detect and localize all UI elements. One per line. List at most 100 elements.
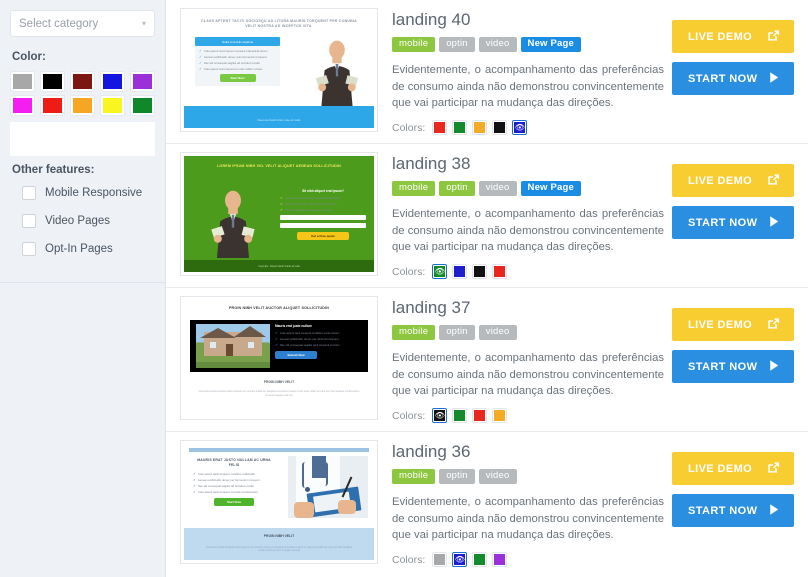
start-now-button[interactable]: START NOW — [672, 350, 794, 383]
check-icon: ✓ — [193, 472, 196, 477]
color-swatch-purple[interactable] — [130, 71, 155, 92]
live-demo-button[interactable]: LIVE DEMO — [672, 452, 794, 485]
template-color-option[interactable] — [472, 408, 488, 424]
template-card[interactable]: PROIN NIBH VELIT AUCTOR ALIQUET SOLLICIT… — [166, 288, 808, 432]
template-color-option[interactable]: 👁 — [512, 120, 528, 136]
external-link-icon — [766, 28, 781, 46]
live-demo-button[interactable]: LIVE DEMO — [672, 164, 794, 197]
template-color-option[interactable] — [472, 264, 488, 280]
template-color-option[interactable] — [492, 120, 508, 136]
template-thumbnail[interactable]: PROIN NIBH VELIT AUCTOR ALIQUET SOLLICIT… — [180, 296, 378, 420]
template-color-option[interactable] — [452, 120, 468, 136]
feature-row-video-pages[interactable]: Video Pages — [22, 214, 155, 228]
template-actions: LIVE DEMO START NOW — [672, 440, 794, 536]
color-swatch-gray[interactable] — [10, 71, 35, 92]
color-swatch-red[interactable] — [40, 95, 65, 116]
start-now-label: START NOW — [688, 504, 758, 517]
template-card[interactable]: MAURIS ERAT JUSTO NULLAM AC URNA FELIS ✓ C… — [166, 432, 808, 576]
thumb-bullet: ✓ Aenean sollicitudin donec per dictumst … — [275, 337, 339, 341]
template-color-option[interactable] — [432, 120, 448, 136]
tag-optin: optin — [439, 469, 475, 485]
color-swatch-fill — [133, 98, 152, 113]
live-demo-label: LIVE DEMO — [688, 462, 753, 475]
feature-checkbox[interactable] — [22, 186, 36, 200]
thumb-bullet: ✓ Aenean sollicitudin donec quis fermentu… — [280, 202, 337, 206]
thumb-footer: Cras aptent taciti sociosqu litora torqu… — [205, 545, 353, 553]
feature-label: Opt-In Pages — [45, 243, 113, 255]
template-thumbnail[interactable]: MAURIS ERAT JUSTO NULLAM AC URNA FELIS ✓ C… — [180, 440, 378, 564]
thumb-doctor-image — [288, 456, 368, 518]
template-colors: Colors: 👁 — [392, 552, 672, 568]
check-icon: ✓ — [280, 208, 283, 212]
color-swatch-blue[interactable] — [100, 71, 125, 92]
tag-optin: optin — [439, 325, 475, 341]
color-swatch-magenta[interactable] — [10, 95, 35, 116]
feature-checkbox[interactable] — [22, 214, 36, 228]
check-icon: ✓ — [275, 331, 278, 335]
thumb-headline: PROIN NIBH VELIT AUCTOR ALIQUET SOLLICIT… — [228, 306, 330, 310]
template-color-option[interactable] — [492, 264, 508, 280]
thumb-footer: Copyright - Aliquet blandit mattis ad nu… — [258, 266, 300, 268]
template-color-option[interactable] — [432, 552, 448, 568]
colors-label: Colors: — [392, 265, 426, 278]
template-color-option[interactable] — [472, 120, 488, 136]
thumb-subhead: Sit nibh aliquet erat ipsum? — [302, 189, 344, 193]
template-color-option[interactable]: 👁 — [432, 264, 448, 280]
feature-checkbox[interactable] — [22, 242, 36, 256]
template-list: CLASS APTENT TACITI SOCIOSQU AD LITORA M… — [166, 0, 808, 577]
template-card[interactable]: CLASS APTENT TACITI SOCIOSQU AD LITORA M… — [166, 0, 808, 144]
template-color-option[interactable]: 👁 — [432, 408, 448, 424]
thumb-headline: MAURIS ERAT JUSTO NULLAM AC URNA FELIS — [197, 458, 271, 468]
color-swatch-maroon[interactable] — [70, 71, 95, 92]
check-icon: ✓ — [199, 55, 202, 59]
template-tags: mobile optin video — [392, 469, 672, 485]
start-now-button[interactable]: START NOW — [672, 206, 794, 239]
template-tags: mobile optin video — [392, 325, 672, 341]
template-color-option[interactable] — [452, 408, 468, 424]
color-swatch-fill — [103, 74, 122, 89]
thumb-subhead: Nulla uma felis dapibus — [195, 37, 280, 46]
external-link-icon — [766, 172, 781, 190]
category-select-wrapper: Select category ▾ — [10, 10, 155, 37]
start-now-button[interactable]: START NOW — [672, 62, 794, 95]
check-icon: ✓ — [275, 337, 278, 341]
thumb-bullet: ✓ Aenean sollicitudin donec per fermentum… — [193, 478, 260, 483]
thumb-bullet: ✓ Cras aptent sed torquent sociosa malesu… — [199, 49, 268, 53]
thumb-cta: Submit Now — [275, 351, 317, 359]
live-demo-button[interactable]: LIVE DEMO — [672, 20, 794, 53]
colors-label: Colors: — [392, 121, 426, 134]
colors-label: Colors: — [392, 553, 426, 566]
template-color-option[interactable]: 👁 — [452, 552, 468, 568]
live-demo-button[interactable]: LIVE DEMO — [672, 308, 794, 341]
thumb-bullet: ✓ Cras aptent taciti torquent conubia con… — [193, 490, 259, 495]
template-color-option[interactable] — [492, 552, 508, 568]
template-color-option[interactable] — [452, 264, 468, 280]
template-thumbnail[interactable]: CLASS APTENT TACITI SOCIOSQU AD LITORA M… — [180, 8, 378, 132]
category-select[interactable]: Select category ▾ — [10, 10, 155, 37]
color-swatch-fill — [73, 74, 92, 89]
filters-sidebar: Select category ▾ Color: Other features:… — [0, 0, 166, 577]
start-now-button[interactable]: START NOW — [672, 494, 794, 527]
template-title: landing 38 — [392, 154, 471, 173]
start-now-label: START NOW — [688, 72, 758, 85]
other-features-heading: Other features: — [12, 164, 95, 176]
color-swatch-orange[interactable] — [70, 95, 95, 116]
tag-mobile: mobile — [392, 37, 436, 53]
check-icon: ✓ — [280, 202, 283, 206]
tag-mobile: mobile — [392, 181, 436, 197]
color-swatch-black[interactable] — [40, 71, 65, 92]
feature-row-mobile-responsive[interactable]: Mobile Responsive — [22, 186, 155, 200]
template-color-option[interactable] — [492, 408, 508, 424]
color-swatch-green[interactable] — [130, 95, 155, 116]
template-actions: LIVE DEMO START NOW — [672, 152, 794, 248]
check-icon: ✓ — [193, 490, 196, 495]
template-thumbnail[interactable]: LOREM IPSUM NIBH VEL VELIT ALIQUET AENEA… — [180, 152, 378, 276]
thumb-subhead: Mauris erat justo nullam — [275, 324, 312, 328]
color-swatch-yellow[interactable] — [100, 95, 125, 116]
template-card[interactable]: LOREM IPSUM NIBH VEL VELIT ALIQUET AENEA… — [166, 144, 808, 288]
feature-row-opt-in-pages[interactable]: Opt-In Pages — [22, 242, 155, 256]
template-color-option[interactable] — [472, 552, 488, 568]
play-arrow-icon — [766, 358, 781, 376]
check-icon: ✓ — [193, 484, 196, 489]
tag-mobile: mobile — [392, 325, 436, 341]
